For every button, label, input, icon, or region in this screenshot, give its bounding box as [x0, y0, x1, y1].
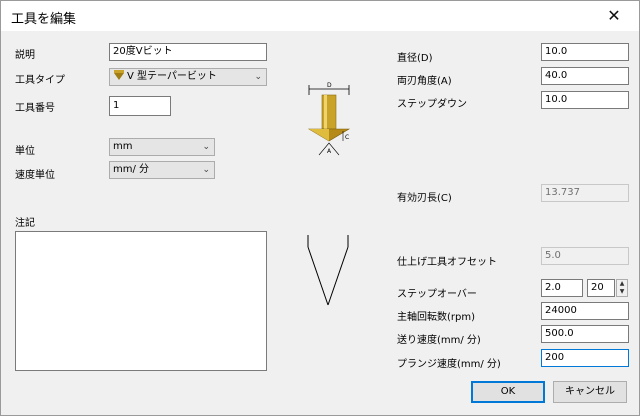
description-label: 説明 — [15, 50, 35, 61]
spindle-speed-label: 主軸回転数(rpm) — [397, 312, 476, 323]
close-icon[interactable]: ✕ — [603, 5, 625, 27]
stepdown-input[interactable]: 10.0 — [541, 91, 629, 109]
speed-unit-select[interactable]: mm/ 分 ⌄ — [109, 161, 215, 179]
ok-button[interactable]: OK — [471, 381, 545, 403]
speed-unit-value: mm/ 分 — [113, 164, 150, 175]
finish-offset-field: 5.0 — [541, 247, 629, 265]
chevron-down-icon: ⌄ — [254, 72, 262, 82]
angle-input[interactable]: 40.0 — [541, 67, 629, 85]
stepover-percent-input[interactable]: 20 — [587, 279, 615, 297]
angle-label: 両刃角度(A) — [397, 76, 452, 87]
tool-type-label: 工具タイプ — [15, 75, 65, 86]
flute-length-field: 13.737 — [541, 184, 629, 202]
stepover-input[interactable]: 2.0 — [541, 279, 583, 297]
flute-length-marker-label: C — [345, 134, 349, 141]
diameter-marker-label: D — [327, 82, 332, 89]
finish-offset-label: 仕上げ工具オフセット — [397, 257, 497, 268]
unit-value: mm — [113, 141, 133, 152]
spindle-speed-input[interactable]: 24000 — [541, 302, 629, 320]
feed-rate-input[interactable]: 500.0 — [541, 325, 629, 343]
chevron-down-icon: ⌄ — [202, 142, 210, 152]
edit-tool-dialog: 工具を編集 ✕ 説明 20度Vビット 工具タイプ V 型テーパービット ⌄ 工具… — [0, 0, 640, 416]
vbit-profile-diagram — [307, 235, 349, 306]
stepover-spinner[interactable]: ▲ ▼ — [616, 279, 628, 297]
unit-label: 単位 — [15, 146, 35, 157]
notes-label: 注記 — [15, 218, 35, 229]
vbit-tool-icon — [114, 70, 124, 80]
notes-textarea[interactable] — [15, 231, 267, 371]
cancel-button[interactable]: キャンセル — [553, 381, 627, 403]
diameter-input[interactable]: 10.0 — [541, 43, 629, 61]
unit-select[interactable]: mm ⌄ — [109, 138, 215, 156]
tool-number-label: 工具番号 — [15, 103, 55, 114]
tool-type-value: V 型テーパービット — [127, 71, 217, 82]
diameter-label: 直径(D) — [397, 53, 433, 64]
tool-type-select[interactable]: V 型テーパービット ⌄ — [109, 68, 267, 86]
chevron-down-icon: ⌄ — [202, 165, 210, 175]
plunge-rate-label: プランジ速度(mm/ 分) — [397, 359, 501, 370]
tool-diagram: D C A — [307, 82, 351, 156]
window-title: 工具を編集 — [11, 12, 77, 27]
title-bar: 工具を編集 ✕ — [1, 1, 639, 31]
stepdown-label: ステップダウン — [397, 99, 467, 110]
tool-number-input[interactable]: 1 — [109, 96, 171, 116]
stepover-label: ステップオーバー — [397, 289, 477, 300]
plunge-rate-input[interactable]: 200 — [541, 349, 629, 367]
speed-unit-label: 速度単位 — [15, 170, 55, 181]
angle-marker-label: A — [327, 148, 332, 155]
flute-length-label: 有効刃長(C) — [397, 193, 452, 204]
spin-down-icon[interactable]: ▼ — [617, 288, 627, 296]
description-input[interactable]: 20度Vビット — [109, 43, 267, 61]
spin-up-icon[interactable]: ▲ — [617, 280, 627, 288]
feed-rate-label: 送り速度(mm/ 分) — [397, 335, 481, 346]
